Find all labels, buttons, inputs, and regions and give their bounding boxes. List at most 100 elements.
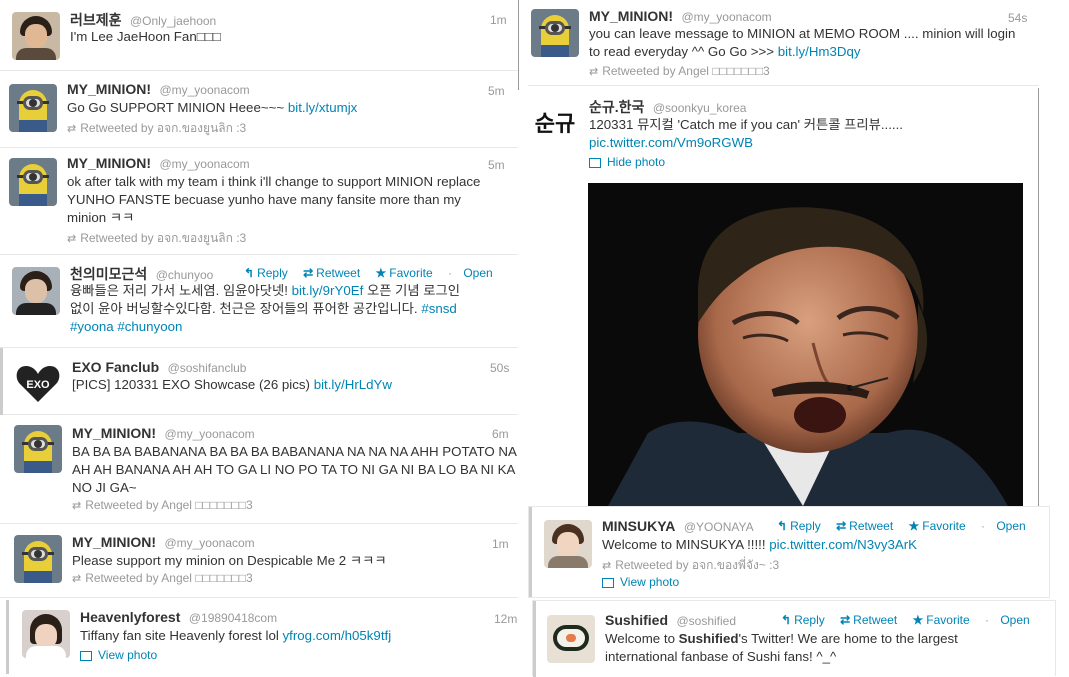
open-button[interactable]: Open bbox=[996, 519, 1025, 533]
tweet[interactable]: 천의미모근석 @chunyoo ↰ Reply ⇄ Retweet ★ Favorit… bbox=[0, 255, 518, 348]
avatar[interactable] bbox=[12, 12, 60, 60]
user-name[interactable]: MY_MINION! bbox=[589, 8, 673, 24]
retweet-icon: ⇄ bbox=[836, 519, 847, 533]
tweet-link[interactable]: bit.ly/HrLdYw bbox=[314, 377, 392, 392]
avatar[interactable] bbox=[14, 535, 62, 583]
retweet-icon: ⇄ bbox=[72, 573, 82, 585]
tweet[interactable]: MY_MINION! @my_yoonacom 6m BA BA BA BABA… bbox=[0, 415, 518, 524]
timestamp[interactable]: 5m bbox=[488, 158, 505, 172]
reply-button[interactable]: ↰ Reply bbox=[777, 519, 821, 533]
tweet[interactable]: Sushified @soshified ↰ Reply ⇄ Retweet ★ Fa… bbox=[532, 600, 1056, 677]
user-name[interactable]: EXO Fanclub bbox=[72, 359, 159, 375]
user-name[interactable]: 천의미모근석 bbox=[70, 266, 147, 282]
user-handle[interactable]: @my_yoonacom bbox=[159, 83, 249, 97]
reply-button[interactable]: ↰ Reply bbox=[781, 613, 825, 627]
retweeted-by[interactable]: ⇄ Retweeted by อจก.ของพี่จัง~ :3 bbox=[602, 556, 779, 575]
avatar[interactable] bbox=[14, 425, 62, 473]
tweet[interactable]: Heavenlyforest @19890418com 12m Tiffany … bbox=[0, 598, 526, 676]
view-photo-link[interactable]: View photo bbox=[602, 575, 679, 589]
open-button[interactable]: Open bbox=[1000, 613, 1029, 627]
photo-icon bbox=[589, 157, 601, 168]
tweet-link[interactable]: yfrog.com/h05k9tfj bbox=[283, 628, 392, 643]
user-handle[interactable]: @my_yoonacom bbox=[681, 10, 771, 24]
hashtag[interactable]: #snsd bbox=[421, 301, 456, 316]
user-name[interactable]: MY_MINION! bbox=[67, 81, 151, 97]
retweeted-by[interactable]: ⇄ Retweeted by อจก.ของยูนลิก :3 bbox=[67, 229, 246, 248]
reply-button[interactable]: ↰ Reply bbox=[244, 266, 288, 280]
hashtag[interactable]: #yoona bbox=[70, 319, 114, 334]
user-name[interactable]: MY_MINION! bbox=[67, 155, 151, 171]
retweeted-by[interactable]: ⇄ Retweeted by Angel □□□□□□□3 bbox=[72, 498, 253, 512]
timestamp[interactable]: 50s bbox=[490, 361, 509, 375]
timestamp[interactable]: 54s bbox=[1008, 11, 1027, 25]
avatar[interactable] bbox=[22, 610, 70, 658]
open-button[interactable]: Open bbox=[463, 266, 492, 280]
view-photo-link[interactable]: View photo bbox=[80, 648, 157, 662]
column-divider bbox=[1038, 88, 1039, 506]
user-handle[interactable]: @soonkyu_korea bbox=[653, 101, 747, 115]
avatar[interactable] bbox=[9, 84, 57, 132]
user-handle[interactable]: @soshified bbox=[676, 614, 736, 628]
user-handle[interactable]: @soshifanclub bbox=[168, 361, 247, 375]
tweet[interactable]: MY_MINION! @my_yoonacom 5m Go Go SUPPORT… bbox=[0, 71, 518, 148]
retweet-icon: ⇄ bbox=[602, 560, 612, 572]
timestamp[interactable]: 1m bbox=[492, 537, 509, 551]
favorite-button[interactable]: ★ Favorite bbox=[913, 613, 970, 627]
user-handle[interactable]: @chunyoo bbox=[156, 268, 214, 282]
selected-indicator bbox=[533, 601, 536, 677]
photo-icon bbox=[602, 577, 614, 588]
user-name[interactable]: MINSUKYA bbox=[602, 518, 675, 534]
retweeted-by[interactable]: ⇄ Retweeted by Angel □□□□□□□3 bbox=[589, 64, 770, 78]
avatar[interactable]: EXO bbox=[14, 358, 62, 406]
favorite-button[interactable]: ★ Favorite bbox=[909, 519, 966, 533]
user-handle[interactable]: @19890418com bbox=[189, 611, 277, 625]
tweet[interactable]: MY_MINION! @my_yoonacom 5m ok after talk… bbox=[0, 148, 518, 255]
tweet[interactable]: MY_MINION! @my_yoonacom 1m Please suppor… bbox=[0, 524, 518, 598]
hide-photo-link[interactable]: Hide photo bbox=[589, 155, 665, 169]
favorite-button[interactable]: ★ Favorite bbox=[376, 266, 433, 280]
avatar[interactable] bbox=[531, 9, 579, 57]
tweet[interactable]: MINSUKYA @YOONAYA ↰ Reply ⇄ Retweet ★ Favor… bbox=[528, 506, 1050, 598]
user-name[interactable]: Heavenlyforest bbox=[80, 609, 180, 625]
retweeted-by[interactable]: ⇄ Retweeted by Angel □□□□□□□3 bbox=[72, 571, 253, 585]
hashtag[interactable]: #chunyoon bbox=[117, 319, 182, 334]
user-name[interactable]: 순규.한국 bbox=[589, 99, 644, 115]
retweeted-by[interactable]: ⇄ Retweeted by อจก.ของยูนลิก :3 bbox=[67, 119, 246, 138]
user-name[interactable]: 러브제훈 bbox=[70, 12, 122, 28]
user-name[interactable]: Sushified bbox=[605, 612, 668, 628]
user-handle[interactable]: @YOONAYA bbox=[684, 520, 754, 534]
tweet-link[interactable]: pic.twitter.com/N3vy3ArK bbox=[769, 537, 917, 552]
tweet[interactable]: MY_MINION! @my_yoonacom 54s you can leav… bbox=[528, 0, 1039, 86]
avatar[interactable] bbox=[12, 267, 60, 315]
user-handle[interactable]: @my_yoonacom bbox=[164, 536, 254, 550]
tweet-text: ok after talk with my team i think i'll … bbox=[67, 174, 481, 225]
timestamp[interactable]: 6m bbox=[492, 427, 509, 441]
avatar[interactable]: 순규 bbox=[531, 102, 579, 150]
timestamp[interactable]: 5m bbox=[488, 84, 505, 98]
avatar[interactable] bbox=[547, 615, 595, 663]
tweet-text: Tiffany fan site Heavenly forest lol yfr… bbox=[80, 628, 392, 643]
user-name[interactable]: MY_MINION! bbox=[72, 534, 156, 550]
user-name[interactable]: MY_MINION! bbox=[72, 425, 156, 441]
tweet-link[interactable]: pic.twitter.com/Vm9oRGWB bbox=[589, 134, 1029, 152]
tweet-photo[interactable] bbox=[588, 183, 1023, 506]
tweet[interactable]: EXO EXO Fanclub @soshifanclub 50s [PICS]… bbox=[0, 348, 518, 415]
tweet-link[interactable]: bit.ly/9rY0Ef bbox=[292, 283, 364, 298]
reply-icon: ↰ bbox=[777, 519, 788, 533]
tweet[interactable]: 순규 순규.한국 @soonkyu_korea 120331 뮤지컬 'Catc… bbox=[528, 88, 1039, 506]
tweet-link[interactable]: bit.ly/Hm3Dqy bbox=[778, 44, 861, 59]
retweet-button[interactable]: ⇄ Retweet bbox=[840, 613, 897, 627]
user-handle[interactable]: @Only_jaehoon bbox=[130, 14, 216, 28]
user-handle[interactable]: @my_yoonacom bbox=[164, 427, 254, 441]
tweet-actions: ↰ Reply ⇄ Retweet ★ Favorite · Open bbox=[777, 519, 1026, 533]
retweet-button[interactable]: ⇄ Retweet bbox=[303, 266, 360, 280]
heart-logo-icon: EXO bbox=[16, 366, 60, 402]
retweet-button[interactable]: ⇄ Retweet bbox=[836, 519, 893, 533]
avatar[interactable] bbox=[9, 158, 57, 206]
tweet[interactable]: 러브제훈 @Only_jaehoon 1m I'm Lee JaeHoon Fa… bbox=[0, 0, 518, 71]
tweet-link[interactable]: bit.ly/xtumjx bbox=[288, 100, 357, 115]
timestamp[interactable]: 12m bbox=[494, 612, 517, 626]
timestamp[interactable]: 1m bbox=[490, 13, 507, 27]
user-handle[interactable]: @my_yoonacom bbox=[159, 157, 249, 171]
avatar[interactable] bbox=[544, 520, 592, 568]
